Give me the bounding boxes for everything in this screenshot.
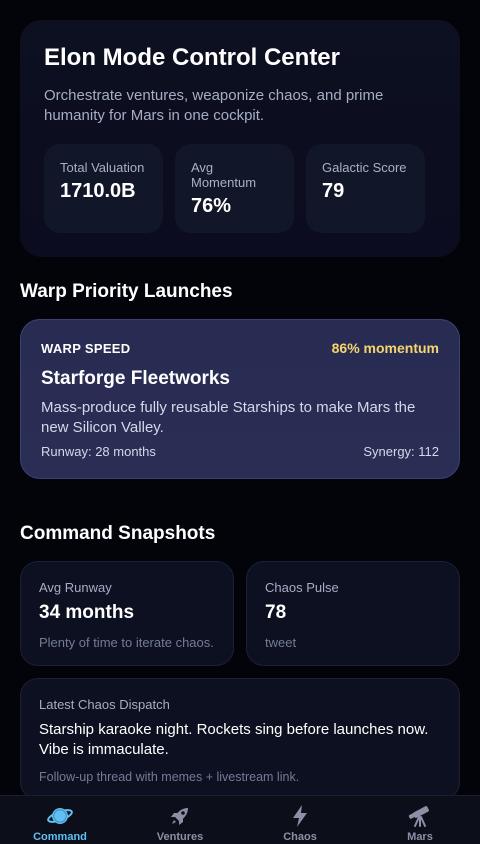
screen: Elon Mode Control Center Orchestrate ven… <box>0 0 480 844</box>
snapshot-value: 34 months <box>39 602 135 623</box>
section-title-snapshots: Command Snapshots <box>20 523 216 544</box>
stat-avg-momentum: Avg Momentum 76% <box>175 144 294 233</box>
launch-momentum: 86% momentum <box>331 340 439 356</box>
telescope-icon <box>407 804 433 828</box>
launch-runway: Runway: 28 months <box>41 444 156 459</box>
dispatch-text: Starship karaoke night. Rockets sing bef… <box>39 721 429 758</box>
launch-card-header: WARP SPEED 86% momentum <box>41 340 439 356</box>
hero-subtitle: Orchestrate ventures, weaponize chaos, a… <box>44 87 384 124</box>
launch-synergy: Synergy: 112 <box>363 444 439 459</box>
nav-label: Mars <box>407 831 433 843</box>
page-title: Elon Mode Control Center <box>44 44 340 71</box>
stat-value: 76% <box>191 195 232 217</box>
stat-label: Avg Momentum <box>191 160 257 190</box>
snapshot-avg-runway: Avg Runway 34 months Plenty of time to i… <box>20 561 234 666</box>
nav-item-chaos[interactable]: Chaos <box>240 796 360 844</box>
nav-item-command[interactable]: Command <box>0 796 120 844</box>
nav-label: Ventures <box>156 831 204 843</box>
nav-label: Command <box>33 831 87 843</box>
bottom-nav: Command Ventures Chaos Mars <box>0 795 480 844</box>
rocket-icon <box>167 804 193 828</box>
stat-label: Galactic Score <box>322 160 407 175</box>
section-title-launches: Warp Priority Launches <box>20 281 233 302</box>
nav-item-mars[interactable]: Mars <box>360 796 480 844</box>
snapshot-label: Avg Runway <box>39 580 112 595</box>
planet-icon <box>47 804 73 828</box>
launch-description: Mass-produce fully reusable Starships to… <box>41 399 416 436</box>
dispatch-label: Latest Chaos Dispatch <box>39 697 170 712</box>
snapshot-note: tweet <box>265 635 297 650</box>
nav-item-ventures[interactable]: Ventures <box>120 796 240 844</box>
snapshot-value: 78 <box>265 602 287 623</box>
hero-card: Elon Mode Control Center Orchestrate ven… <box>20 20 460 257</box>
launch-footer: Runway: 28 months Synergy: 112 <box>41 444 439 459</box>
bolt-icon <box>287 804 313 828</box>
launch-tag: WARP SPEED <box>41 340 131 356</box>
snapshot-chaos-pulse: Chaos Pulse 78 tweet <box>246 561 460 666</box>
launch-name: Starforge Fleetworks <box>41 368 230 389</box>
stat-value: 1710.0B <box>60 180 136 202</box>
dispatch-note: Follow-up thread with memes + livestream… <box>39 770 300 784</box>
snapshot-note: Plenty of time to iterate chaos. <box>39 635 214 650</box>
nav-label: Chaos <box>283 831 317 843</box>
snapshot-label: Chaos Pulse <box>265 580 339 595</box>
launch-card[interactable]: WARP SPEED 86% momentum Starforge Fleetw… <box>20 319 460 479</box>
stat-value: 79 <box>322 180 345 202</box>
stat-total-valuation: Total Valuation 1710.0B <box>44 144 163 233</box>
stat-label: Total Valuation <box>60 160 145 175</box>
stat-galactic-score: Galactic Score 79 <box>306 144 425 233</box>
stats-row: Total Valuation 1710.0B Avg Momentum 76%… <box>44 144 425 233</box>
chaos-dispatch-card: Latest Chaos Dispatch Starship karaoke n… <box>20 678 460 800</box>
